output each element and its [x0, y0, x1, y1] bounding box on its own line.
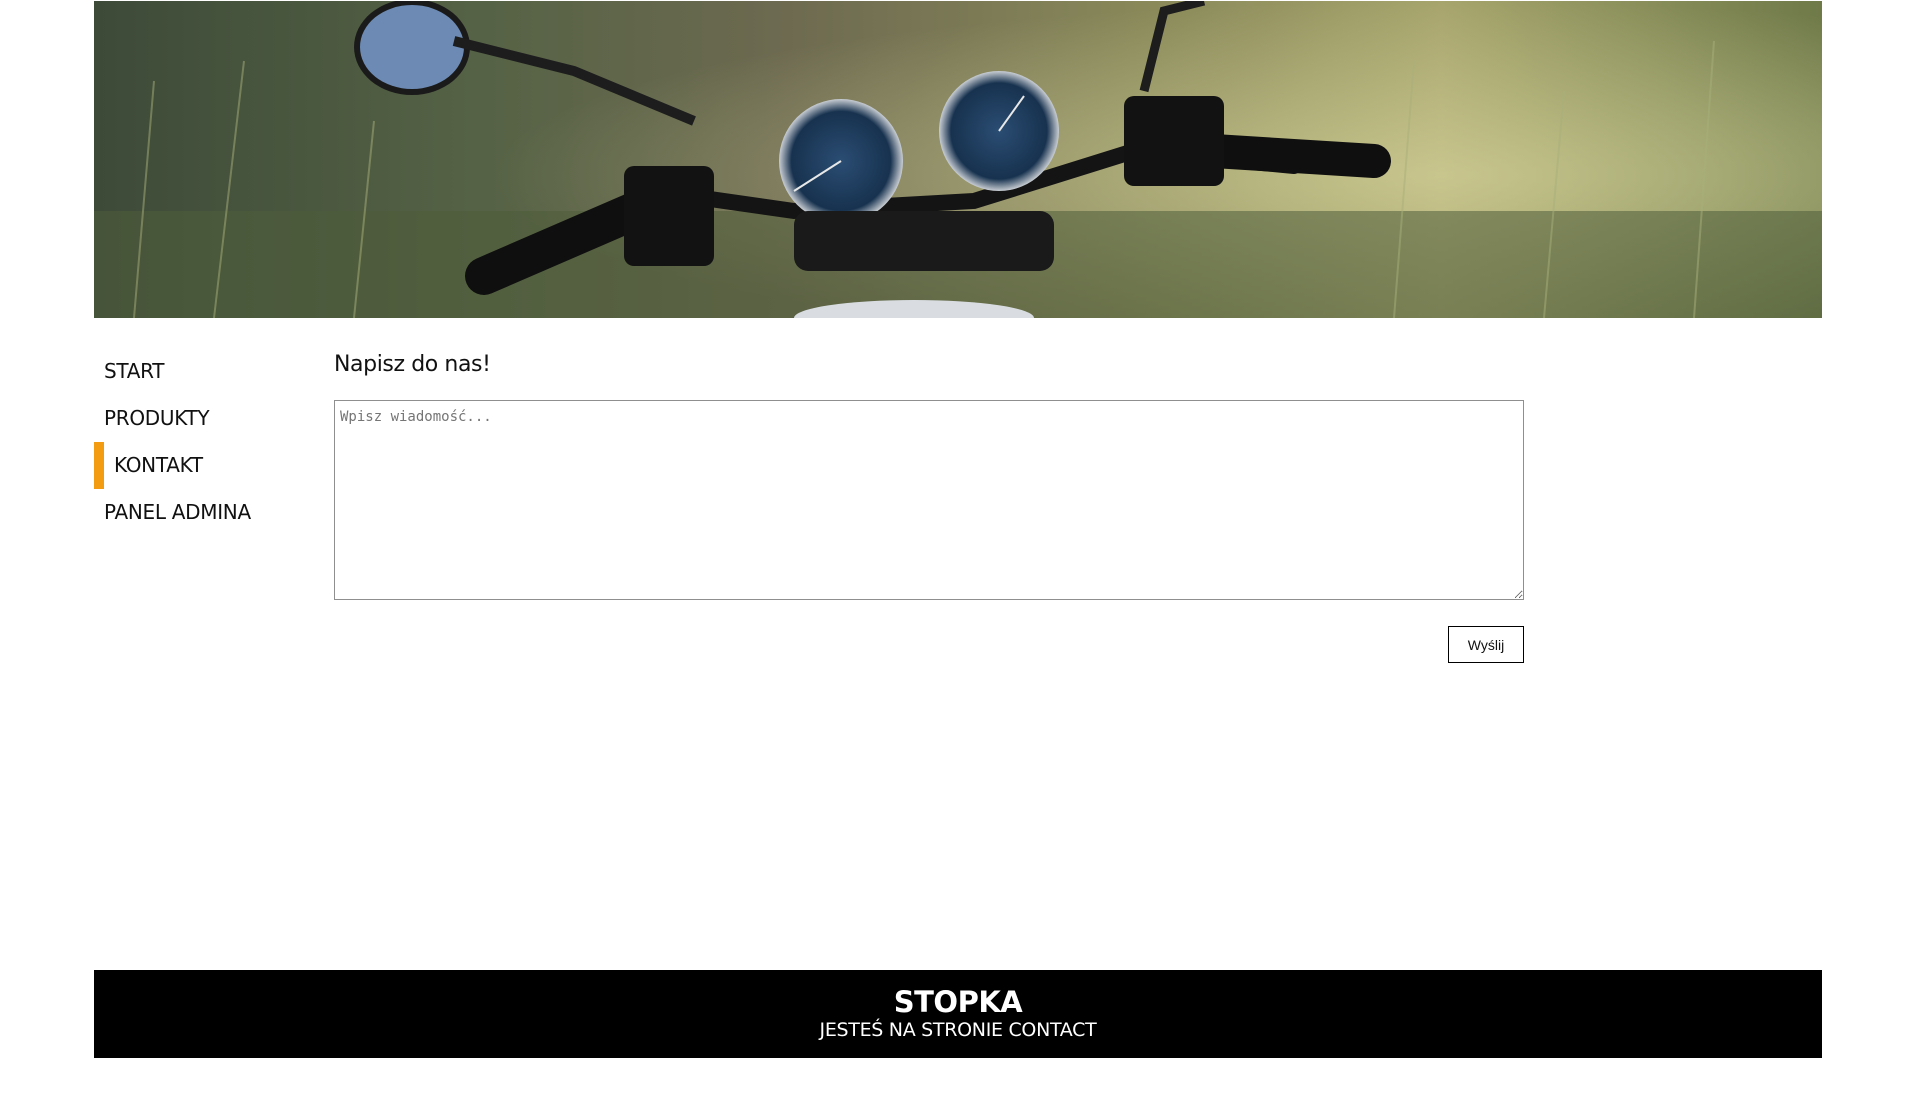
- footer-title: STOPKA: [893, 985, 1023, 1019]
- nav-item-start[interactable]: START: [94, 348, 294, 395]
- footer: STOPKA JESTEŚ NA STRONIE CONTACT: [94, 970, 1822, 1058]
- footer-subtitle: JESTEŚ NA STRONIE CONTACT: [819, 1019, 1097, 1041]
- nav-item-kontakt[interactable]: KONTAKT: [94, 442, 294, 489]
- banner-image: [94, 1, 1822, 318]
- send-button[interactable]: Wyślij: [1448, 626, 1524, 663]
- page-title: Napisz do nas!: [334, 352, 491, 377]
- nav-item-panel-admina[interactable]: PANEL ADMINA: [94, 489, 294, 536]
- main-nav: START PRODUKTY KONTAKT PANEL ADMINA: [94, 348, 294, 536]
- nav-item-label: KONTAKT: [114, 453, 203, 477]
- nav-item-produkty[interactable]: PRODUKTY: [94, 395, 294, 442]
- contact-section: Napisz do nas! Wyślij: [334, 340, 1524, 663]
- message-textarea[interactable]: [334, 400, 1524, 600]
- active-indicator: [94, 442, 104, 489]
